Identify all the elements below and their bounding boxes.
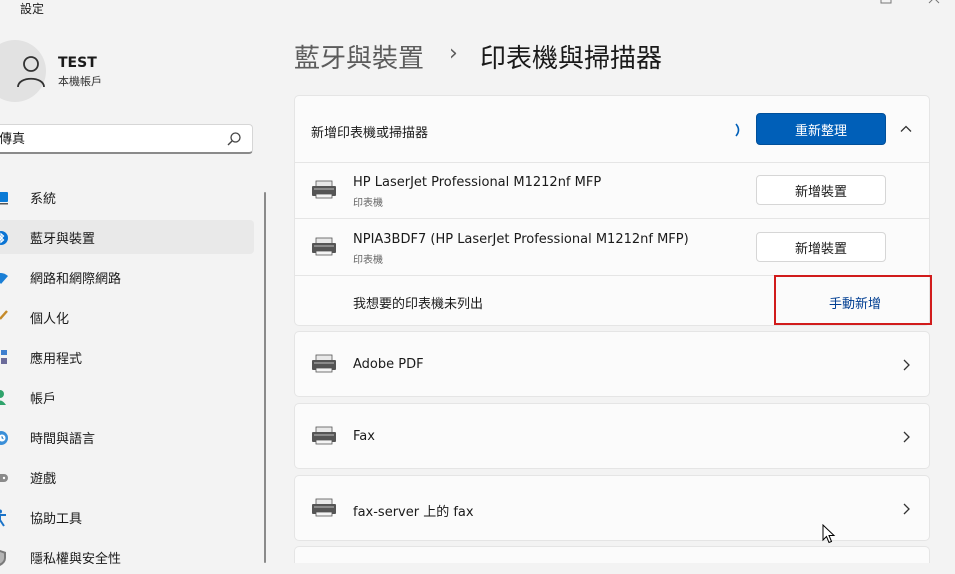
search-box[interactable] (0, 124, 253, 154)
add-printer-title: 新增印表機或掃描器 (311, 126, 429, 141)
maximize-icon[interactable] (880, 0, 892, 4)
close-icon[interactable] (928, 0, 940, 4)
printer-icon (312, 180, 336, 199)
chevron-up-icon[interactable] (899, 122, 913, 136)
highlight-box (774, 275, 932, 325)
sidebar-item-label: 帳戶 (30, 392, 57, 407)
device-type: 印表機 (353, 255, 383, 266)
sidebar-item-privacy[interactable]: 隱私權與安全性 (0, 540, 254, 574)
sidebar-item-gaming[interactable]: 遊戲 (0, 460, 254, 494)
sidebar-item-time-language[interactable]: 時間與語言 (0, 420, 254, 454)
device-row: HP LaserJet Professional M1212nf MFP 印表機… (295, 163, 929, 219)
sidebar-item-apps[interactable]: 應用程式 (0, 340, 254, 374)
avatar[interactable] (0, 40, 46, 102)
chevron-right-icon (903, 431, 910, 443)
printer-not-listed-label: 我想要的印表機未列出 (353, 297, 484, 312)
breadcrumb-separator: › (449, 41, 458, 66)
printer-icon (312, 498, 336, 517)
add-device-button[interactable]: 新增裝置 (756, 175, 886, 205)
printer-name: Adobe PDF (353, 357, 424, 372)
device-type: 印表機 (353, 198, 383, 209)
bluetooth-icon (0, 231, 8, 245)
gamepad-icon (0, 474, 8, 482)
app-title: 設定 (20, 2, 45, 16)
search-icon[interactable] (226, 131, 242, 147)
add-device-button[interactable]: 新增裝置 (756, 232, 886, 262)
printer-name: Fax (353, 429, 375, 444)
chevron-right-icon (903, 503, 910, 515)
user-icon (17, 56, 45, 88)
account-name: TEST (58, 55, 97, 71)
printer-icon (312, 237, 336, 256)
sidebar-item-system[interactable]: 系統 (0, 180, 254, 214)
sidebar-item-label: 遊戲 (30, 472, 57, 487)
printer-item[interactable] (294, 546, 930, 563)
printer-icon (312, 354, 336, 373)
clock-globe-icon (0, 431, 8, 445)
sidebar-item-label: 應用程式 (30, 352, 83, 367)
search-input[interactable] (0, 130, 219, 145)
device-name: HP LaserJet Professional M1212nf MFP (353, 175, 602, 190)
account-type: 本機帳戶 (58, 75, 102, 88)
sidebar-item-bluetooth-devices[interactable]: 藍牙與裝置 (0, 220, 254, 254)
sidebar-item-personalization[interactable]: 個人化 (0, 300, 254, 334)
loading-spinner-icon (735, 123, 740, 137)
apps-icon (1, 350, 7, 364)
brush-icon (0, 310, 8, 320)
sidebar-item-network[interactable]: 網路和網際網路 (0, 260, 254, 294)
page-title: 印表機與掃描器 (480, 44, 663, 74)
sidebar-scrollbar[interactable] (264, 192, 266, 563)
sidebar-item-label: 隱私權與安全性 (30, 552, 122, 567)
sidebar-item-label: 個人化 (30, 312, 70, 327)
shield-icon (0, 550, 6, 566)
device-row: NPIA3BDF7 (HP LaserJet Professional M121… (295, 219, 929, 275)
printer-icon (312, 426, 336, 445)
breadcrumb-parent[interactable]: 藍牙與裝置 (294, 38, 424, 75)
refresh-button[interactable]: 重新整理 (756, 113, 886, 145)
mouse-cursor-icon (822, 524, 836, 544)
person-icon (0, 390, 6, 405)
wifi-icon (0, 273, 8, 284)
device-name: NPIA3BDF7 (HP LaserJet Professional M121… (353, 232, 689, 247)
sidebar-item-label: 時間與語言 (30, 432, 96, 447)
chevron-right-icon (903, 359, 910, 371)
accessibility-icon (0, 509, 6, 527)
sidebar-item-label: 網路和網際網路 (30, 272, 122, 287)
system-icon (0, 192, 8, 205)
printer-item[interactable]: Adobe PDF (294, 331, 930, 397)
sidebar-item-label: 藍牙與裝置 (30, 232, 96, 247)
printer-name: fax-server 上的 fax (353, 505, 474, 520)
sidebar-item-accessibility[interactable]: 協助工具 (0, 500, 254, 534)
printer-item[interactable]: Fax (294, 403, 930, 469)
sidebar-item-label: 協助工具 (30, 512, 83, 527)
sidebar-item-accounts[interactable]: 帳戶 (0, 380, 254, 414)
sidebar-item-label: 系統 (30, 192, 57, 207)
